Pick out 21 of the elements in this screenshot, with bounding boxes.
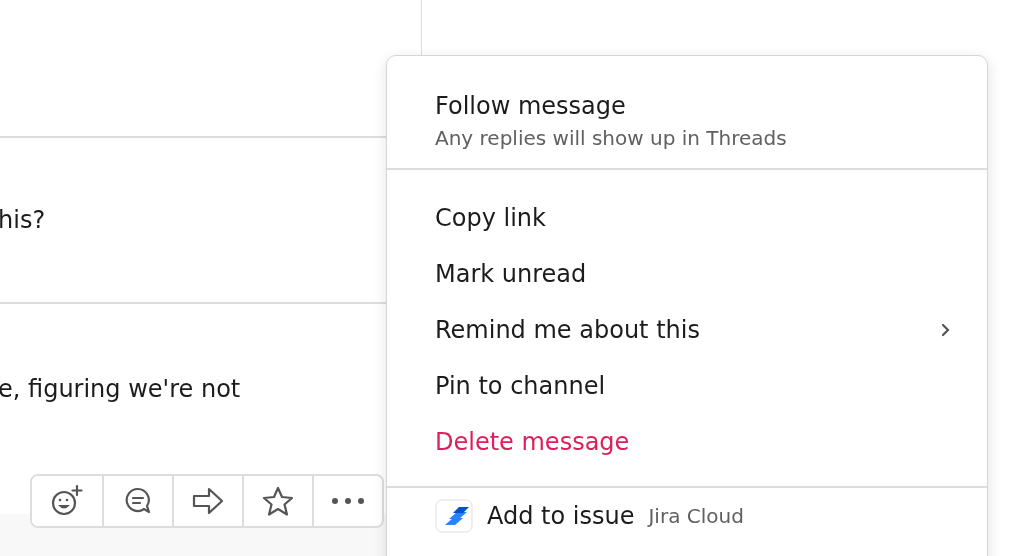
more-actions-button[interactable] — [312, 476, 382, 526]
more-icon — [331, 497, 365, 505]
message-text: his? — [0, 206, 46, 234]
follow-message-item[interactable]: Follow message Any replies will show up in Threads — [387, 84, 987, 150]
chevron-right-icon — [941, 323, 951, 337]
app-logo-icon — [435, 499, 473, 533]
app-action-item[interactable]: Add to issue Jira Cloud — [387, 496, 987, 536]
menu-item[interactable]: Delete message — [387, 414, 987, 470]
star-icon — [262, 485, 294, 517]
menu-item[interactable]: Remind me about this — [387, 302, 987, 358]
menu-item-label: Add to issue — [487, 502, 635, 530]
emoji-add-icon — [50, 484, 84, 518]
menu-item[interactable]: Pin to channel — [387, 358, 987, 414]
app-name: Jira Cloud — [648, 504, 744, 528]
arrow-right-icon — [191, 486, 225, 516]
menu-item-description: Any replies will show up in Threads — [435, 126, 788, 150]
menu-item[interactable]: Mark unread — [387, 246, 987, 302]
message-text: e, figuring we're not — [0, 375, 241, 403]
menu-item-label: Remind me about this — [435, 316, 700, 344]
menu-item[interactable]: Copy link — [387, 190, 987, 246]
menu-item-label: Follow message — [435, 92, 627, 120]
